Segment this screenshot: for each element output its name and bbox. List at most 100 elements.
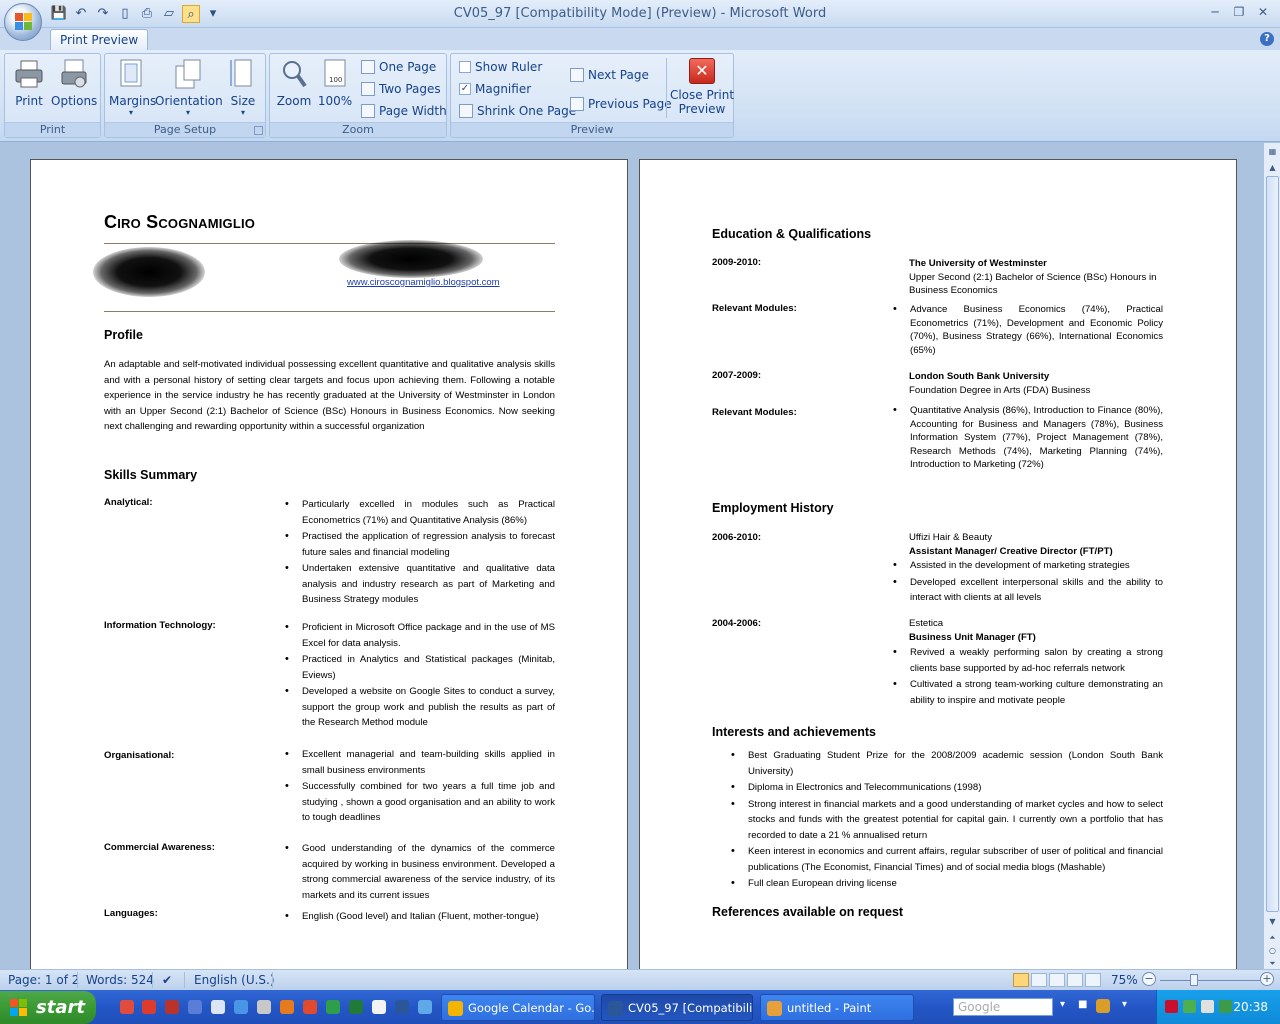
print-button[interactable]: Print: [11, 58, 47, 108]
shrink-page-icon: [459, 104, 473, 118]
list-item: Particularly excelled in modules such as…: [285, 497, 555, 528]
office-button[interactable]: [4, 3, 42, 41]
minimize-button[interactable]: ─: [1204, 2, 1226, 22]
quicklaunch-chrome-icon[interactable]: [120, 1000, 134, 1014]
zoom-100-button[interactable]: 100 100%: [316, 58, 354, 108]
options-button[interactable]: Options: [51, 58, 97, 108]
web-layout-view-icon[interactable]: [1049, 973, 1065, 987]
zoom-level[interactable]: 75%: [1111, 973, 1138, 987]
page-setup-group: Margins ▾ Orientation ▾ Size ▾ Page Setu…: [104, 53, 266, 138]
edu1-degree: Upper Second (2:1) Bachelor of Science (…: [909, 271, 1157, 297]
size-button[interactable]: Size ▾: [225, 58, 261, 117]
quicklaunch-opera-icon[interactable]: [142, 1000, 156, 1014]
vertical-scrollbar[interactable]: ▦ ▲ ▼ ⏶ ○ ⏷: [1263, 143, 1280, 969]
quicklaunch-project-icon[interactable]: [326, 1000, 340, 1014]
network-icon[interactable]: [1183, 1000, 1196, 1013]
search-dropdown-icon[interactable]: ▾: [1060, 999, 1065, 1010]
chrome-icon: [448, 1001, 463, 1016]
next-page-button[interactable]: Next Page: [570, 68, 649, 82]
page-100-icon: 100: [319, 58, 351, 90]
select-browse-object-icon[interactable]: ○: [1266, 944, 1279, 957]
deskbar-options-icon[interactable]: [1096, 999, 1110, 1013]
search-icon[interactable]: ⌕: [1036, 999, 1043, 1014]
quicklaunch-ie-icon[interactable]: [234, 1000, 248, 1014]
ruler-toggle-icon[interactable]: ▦: [1266, 145, 1279, 158]
job1-duties: Assisted in the development of marketing…: [893, 558, 1163, 607]
word-count[interactable]: Words: 524: [86, 973, 154, 987]
help-icon[interactable]: ?: [1260, 32, 1274, 46]
orientation-button[interactable]: Orientation ▾: [155, 58, 223, 117]
list-item: Practiced in Analytics and Statistical p…: [285, 652, 555, 683]
quicklaunch-firefox-icon[interactable]: [280, 1000, 294, 1014]
draft-view-icon[interactable]: [1085, 973, 1101, 987]
mcafee-icon[interactable]: [1165, 1000, 1178, 1013]
close-preview-icon: ✕: [689, 58, 715, 84]
two-pages-icon: [361, 82, 375, 96]
zoom-out-icon[interactable]: −: [1142, 972, 1156, 986]
skill-label-analytical: Analytical:: [104, 497, 153, 508]
zoom-slider-track[interactable]: [1160, 980, 1260, 981]
quicklaunch-excel-icon[interactable]: [349, 1000, 363, 1014]
spelling-check-icon[interactable]: ✔: [162, 973, 172, 987]
previous-page-icon: [570, 97, 584, 111]
ribbon-tab-row: Print Preview ?: [0, 28, 1280, 51]
restore-button[interactable]: ❐: [1228, 2, 1250, 22]
scroll-up-icon[interactable]: ▲: [1266, 161, 1279, 174]
security-center-icon[interactable]: [1219, 1000, 1232, 1013]
show-ruler-check-icon: [459, 61, 471, 73]
quicklaunch-notepad-icon[interactable]: [372, 1000, 386, 1014]
list-item: Cultivated a strong team-working culture…: [893, 677, 1163, 708]
list-item: Good understanding of the dynamics of th…: [285, 841, 555, 903]
scroll-thumb[interactable]: [1266, 176, 1279, 912]
previous-page-button[interactable]: Previous Page: [570, 97, 672, 111]
system-tray: 20:38: [1156, 990, 1280, 1024]
edu2-school: London South Bank University: [909, 371, 1050, 382]
quicklaunch-itunes-icon[interactable]: [257, 1000, 271, 1014]
scroll-down-icon[interactable]: ▼: [1266, 915, 1279, 928]
quicklaunch-powerpoint-icon[interactable]: [303, 1000, 317, 1014]
edu2-modules-list: Quantitative Analysis (86%), Introductio…: [893, 404, 1163, 473]
print-preview-area[interactable]: Ciro Scognamiglio www.ciroscognamiglio.b…: [0, 143, 1262, 969]
quicklaunch-media-icon[interactable]: [165, 1000, 179, 1014]
one-page-button[interactable]: One Page: [361, 60, 436, 74]
minimize-deskbar-icon[interactable]: ■: [1078, 999, 1087, 1010]
profile-text: An adaptable and self-motivated individu…: [104, 359, 555, 432]
volume-icon[interactable]: [1201, 1000, 1214, 1013]
task-google-calendar[interactable]: Google Calendar - Go...: [441, 994, 595, 1021]
outline-view-icon[interactable]: [1067, 973, 1083, 987]
zoom-slider-thumb[interactable]: [1190, 974, 1198, 986]
website-link[interactable]: www.ciroscognamiglio.blogspot.com: [347, 277, 500, 288]
shrink-one-page-button[interactable]: Shrink One Page: [459, 104, 576, 118]
quicklaunch-desktop-icon[interactable]: [211, 1000, 225, 1014]
edu1-modules-list: Advance Business Economics (74%), Practi…: [893, 303, 1163, 358]
print-layout-view-icon[interactable]: [1013, 973, 1029, 987]
two-pages-button[interactable]: Two Pages: [361, 82, 441, 96]
task-word-document[interactable]: CV05_97 [Compatibili...: [601, 994, 753, 1021]
edu2-degree: Foundation Degree in Arts (FDA) Business: [909, 384, 1091, 396]
task-paint[interactable]: untitled - Paint: [760, 994, 914, 1021]
full-screen-reading-view-icon[interactable]: [1031, 973, 1047, 987]
quicklaunch-messenger-icon[interactable]: [188, 1000, 202, 1014]
options-icon: [58, 58, 90, 90]
language-indicator[interactable]: English (U.S.): [194, 973, 275, 987]
start-button[interactable]: start: [0, 991, 96, 1024]
skill-label-organisational: Organisational:: [104, 750, 175, 761]
tab-print-preview[interactable]: Print Preview: [50, 29, 149, 51]
zoom-button[interactable]: Zoom: [276, 58, 312, 108]
page-count[interactable]: Page: 1 of 2: [8, 973, 79, 987]
show-ruler-checkbox[interactable]: Show Ruler: [459, 60, 542, 74]
skill-list-it: Proficient in Microsoft Office package a…: [285, 620, 555, 732]
close-button[interactable]: ✕: [1252, 2, 1274, 22]
magnifier-checkbox[interactable]: ✓ Magnifier: [459, 82, 531, 96]
quicklaunch-word-icon[interactable]: [395, 1000, 409, 1014]
previous-page-nav-icon[interactable]: ⏶: [1266, 931, 1279, 944]
page-setup-dialog-launcher-icon[interactable]: [254, 126, 263, 135]
margins-button[interactable]: Margins ▾: [109, 58, 156, 117]
status-separator: [152, 972, 153, 988]
page-width-button[interactable]: Page Width: [361, 104, 447, 118]
close-print-preview-button[interactable]: ✕ Close Print Preview: [669, 58, 735, 116]
list-item: Advance Business Economics (74%), Practi…: [893, 303, 1163, 357]
zoom-in-icon[interactable]: +: [1260, 972, 1274, 986]
quicklaunch-more-icon[interactable]: [418, 1000, 432, 1014]
toolbar-chevron-icon[interactable]: ▾: [1122, 999, 1127, 1010]
